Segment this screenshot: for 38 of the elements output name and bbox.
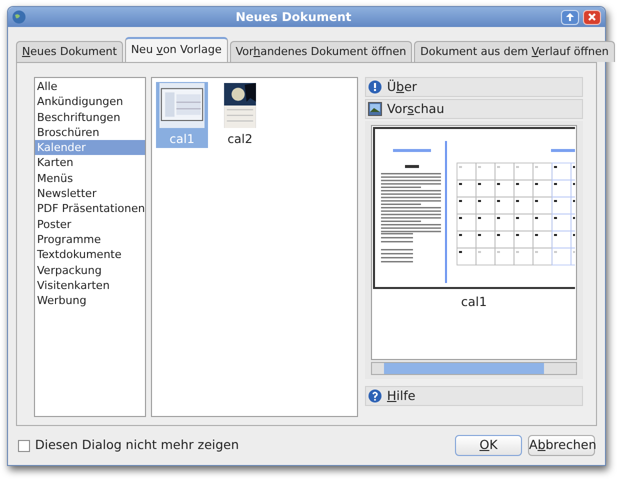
template-name: cal2: [228, 131, 252, 148]
maximize-button[interactable]: [561, 10, 579, 24]
tab[interactable]: Neues Dokument: [16, 41, 123, 62]
section-header[interactable]: Über: [365, 77, 583, 97]
category-item[interactable]: Alle: [35, 79, 145, 94]
tab[interactable]: Neu von Vorlage: [124, 37, 228, 62]
category-item[interactable]: Poster: [35, 216, 145, 232]
arrow-up-icon: [566, 13, 574, 21]
template-item[interactable]: cal2: [220, 82, 260, 148]
globe-icon: [12, 10, 26, 24]
category-item[interactable]: Textdokumente: [35, 247, 145, 263]
dialog-button[interactable]: Abbrechen: [528, 435, 595, 456]
checkbox[interactable]: [18, 440, 30, 452]
category-item[interactable]: Karten: [35, 155, 145, 171]
window-title: Neues Dokument: [234, 9, 352, 26]
checkbox-label: Diesen Dialog nicht mehr zeigen: [35, 436, 239, 454]
category-item[interactable]: Newsletter: [35, 186, 145, 202]
close-button[interactable]: [583, 10, 601, 24]
dialog-button[interactable]: OK: [455, 435, 522, 456]
help-icon: [368, 389, 382, 403]
tab[interactable]: Dokument aus dem Verlauf öffnen: [414, 41, 615, 62]
category-item[interactable]: Beschriftungen: [35, 110, 145, 125]
preview-caption: cal1: [461, 293, 487, 311]
category-item[interactable]: Ankündigungen: [35, 94, 145, 110]
category-item[interactable]: Visitenkarten: [35, 278, 145, 294]
category-item[interactable]: Verpackung: [35, 262, 145, 278]
category-item[interactable]: Broschüren: [35, 124, 145, 140]
info-icon: [368, 80, 382, 94]
category-item[interactable]: Menüs: [35, 170, 145, 186]
image-icon: [368, 102, 382, 116]
category-item[interactable]: Programme: [35, 232, 145, 248]
template-name: cal1: [170, 131, 194, 148]
section-header[interactable]: Vorschau: [365, 99, 583, 119]
category-item[interactable]: Werbung: [35, 293, 145, 308]
category-item[interactable]: PDF Präsentationen: [35, 201, 145, 217]
tab[interactable]: Vorhandenes Dokument öffnen: [230, 41, 412, 62]
close-icon: [588, 13, 596, 21]
help-section-header[interactable]: Hilfe: [365, 386, 583, 406]
